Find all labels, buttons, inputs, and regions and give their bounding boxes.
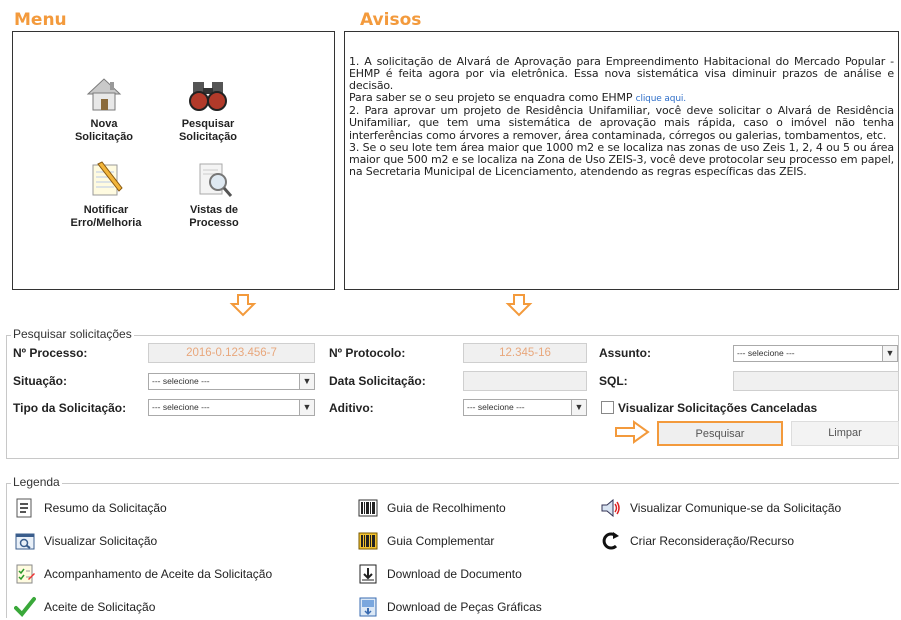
assunto-label: Assunto: <box>599 346 651 360</box>
menu-vistas-processo[interactable]: Vistas de Processo <box>179 160 249 230</box>
arrow-down-icon <box>229 294 257 317</box>
processo-input[interactable]: 2016-0.123.456-7 <box>148 343 315 363</box>
aviso-1: 1. A solicitação de Alvará de Aprovação … <box>349 55 894 93</box>
chevron-down-icon: ▼ <box>299 400 314 415</box>
legend-item: Guia Complementar <box>357 530 587 552</box>
processo-label: Nº Processo: <box>13 346 88 360</box>
document-summary-icon <box>16 498 32 518</box>
chevron-down-icon: ▼ <box>571 400 586 415</box>
checkmark-icon <box>14 597 36 617</box>
menu-title: Menu <box>14 10 67 30</box>
graphics-download-icon <box>359 597 377 617</box>
legend-item: Download de Documento <box>357 563 587 585</box>
canceladas-label: Visualizar Solicitações Canceladas <box>618 401 818 415</box>
menu-panel: Nova Solicitação Pesquisar Solicitação N… <box>12 31 335 290</box>
canceladas-checkbox[interactable] <box>601 401 614 414</box>
legend-item: Visualizar Comunique-se da Solicitação <box>600 497 899 519</box>
legend-item: Visualizar Solicitação <box>14 530 334 552</box>
menu-notificar-erro[interactable]: Notificar Erro/Melhoria <box>66 160 146 230</box>
situacao-label: Situação: <box>13 374 68 388</box>
barcode-icon <box>358 499 378 517</box>
refresh-c-icon <box>602 532 619 550</box>
data-solicitacao-label: Data Solicitação: <box>329 374 426 388</box>
legend-item: Download de Peças Gráficas <box>357 596 587 618</box>
assunto-select[interactable]: --- selecione --- ▼ <box>733 345 898 362</box>
pesquisar-button[interactable]: Pesquisar <box>657 421 783 446</box>
legend-title: Legenda <box>11 475 62 489</box>
speaker-icon <box>601 498 620 518</box>
avisos-panel: 1. A solicitação de Alvará de Aprovação … <box>344 31 899 290</box>
menu-pesquisar-solicitacao[interactable]: Pesquisar Solicitação <box>168 74 248 144</box>
house-icon <box>86 78 122 111</box>
aditivo-select[interactable]: --- selecione --- ▼ <box>463 399 587 416</box>
avisos-title: Avisos <box>360 10 422 30</box>
avisos-text: 1. A solicitação de Alvará de Aprovação … <box>349 55 894 178</box>
legend-item: Guia de Recolhimento <box>357 497 587 519</box>
sql-input[interactable] <box>733 371 899 391</box>
protocolo-label: Nº Protocolo: <box>329 346 406 360</box>
aviso-2: 2. Para aprovar um projeto de Residência… <box>349 104 894 142</box>
aditivo-label: Aditivo: <box>329 401 374 415</box>
clique-aqui-link[interactable]: clique aqui. <box>636 94 686 104</box>
legend-item: Criar Reconsideração/Recurso <box>600 530 899 552</box>
legend-item: Resumo da Solicitação <box>14 497 334 519</box>
chevron-down-icon: ▼ <box>299 374 314 389</box>
magnifier-document-icon <box>199 163 233 197</box>
notepad-pencil-icon <box>92 161 123 196</box>
binoculars-icon <box>189 82 227 111</box>
sql-label: SQL: <box>599 374 628 388</box>
limpar-button[interactable]: Limpar <box>791 421 899 446</box>
arrow-down-icon <box>505 294 533 317</box>
search-legend: Pesquisar solicitações <box>11 327 134 341</box>
aviso-3: 3. Se o seu lote tem área maior que 1000… <box>349 140 894 178</box>
checklist-icon <box>16 564 35 584</box>
view-window-icon <box>15 533 35 550</box>
data-solicitacao-input[interactable] <box>463 371 587 391</box>
protocolo-input[interactable]: 12.345-16 <box>463 343 587 363</box>
chevron-down-icon: ▼ <box>882 346 897 361</box>
barcode-yellow-icon <box>358 532 378 550</box>
legend-item: Acompanhamento de Aceite da Solicitação <box>14 563 334 585</box>
legend-item: Aceite de Solicitação <box>14 596 334 618</box>
arrow-right-icon <box>615 420 650 444</box>
tipo-solicitacao-select[interactable]: --- selecione --- ▼ <box>148 399 315 416</box>
document-download-icon <box>359 564 377 584</box>
tipo-solicitacao-label: Tipo da Solicitação: <box>13 401 127 415</box>
situacao-select[interactable]: --- selecione --- ▼ <box>148 373 315 390</box>
menu-nova-solicitacao[interactable]: Nova Solicitação <box>69 74 139 144</box>
